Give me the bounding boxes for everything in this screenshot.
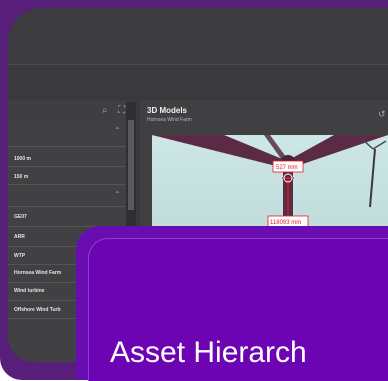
- chevron-up-icon[interactable]: ⌃: [114, 126, 121, 135]
- divider: [8, 146, 126, 147]
- value-2: 150 m: [14, 174, 29, 180]
- turbine-blade: [152, 135, 287, 167]
- list-item[interactable]: ARR: [14, 234, 25, 240]
- list-item[interactable]: WTP: [14, 253, 25, 259]
- left-panel-header: [8, 100, 126, 122]
- chevron-up-icon[interactable]: ⌃: [114, 190, 121, 199]
- measure-label-upper: 527 mm: [276, 165, 298, 171]
- expand-icon[interactable]: ⛶: [118, 105, 125, 117]
- divider: [8, 166, 126, 167]
- value-1: 1000 m: [14, 156, 31, 162]
- list-item[interactable]: GE07: [14, 214, 27, 220]
- title-card-label: Asset Hierarch: [110, 336, 307, 369]
- top-bar: [8, 8, 388, 64]
- reset-view-icon[interactable]: ↺: [378, 108, 386, 120]
- list-item[interactable]: Hornsea Wind Farm: [14, 270, 61, 276]
- distant-turbine-tower: [369, 148, 376, 208]
- divider: [8, 184, 126, 185]
- zoom-icon[interactable]: ⌕: [102, 105, 108, 117]
- list-item[interactable]: Wind turbine: [14, 288, 45, 294]
- panel-title: 3D Models: [147, 106, 188, 115]
- scroll-thumb[interactable]: [128, 120, 134, 210]
- top-bar-divider: [8, 64, 388, 65]
- divider: [8, 206, 126, 207]
- list-item[interactable]: Offshore Wind Turb: [14, 307, 61, 313]
- distant-turbine-blade: [372, 140, 387, 150]
- panel-subtitle: Hornsea Wind Farm: [147, 117, 192, 123]
